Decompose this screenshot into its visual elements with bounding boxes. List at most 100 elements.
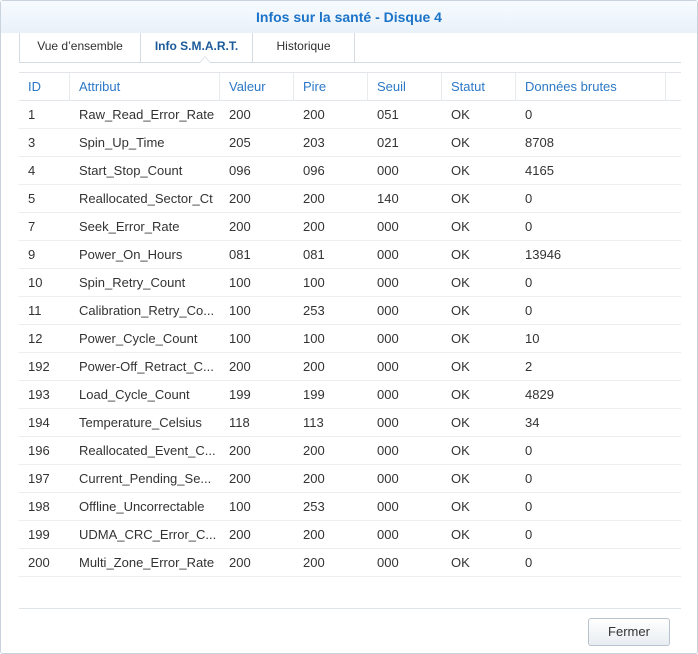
cell-threshold: 000 [377, 387, 399, 402]
tab-overview[interactable]: Vue d’ensemble [19, 33, 141, 62]
table-row[interactable]: 3 Spin_Up_Time 205 203 021 OK 8708 [19, 129, 681, 157]
table-row[interactable]: 12 Power_Cycle_Count 100 100 000 OK 10 [19, 325, 681, 353]
cell-id: 11 [28, 303, 42, 318]
cell-value: 200 [229, 471, 251, 486]
table-header: ID Attribut Valeur Pire Seuil Statut Don… [19, 72, 681, 101]
cell-value: 205 [229, 135, 251, 150]
cell-value: 199 [229, 387, 251, 402]
cell-value: 096 [229, 163, 251, 178]
column-header-id[interactable]: ID [19, 73, 70, 101]
table-row[interactable]: 1 Raw_Read_Error_Rate 200 200 051 OK 0 [19, 101, 681, 129]
cell-threshold: 000 [377, 471, 399, 486]
cell-attribute: Temperature_Celsius [79, 415, 202, 430]
cell-raw-data: 0 [525, 219, 533, 234]
table-row[interactable]: 199 UDMA_CRC_Error_C... 200 200 000 OK 0 [19, 521, 681, 549]
cell-raw-data: 34 [525, 415, 540, 430]
cell-worst: 200 [303, 471, 325, 486]
cell-attribute: Reallocated_Sector_Ct [79, 191, 213, 206]
column-header-status[interactable]: Statut [442, 73, 516, 101]
cell-raw-data: 0 [525, 275, 533, 290]
cell-raw-data: 0 [525, 443, 533, 458]
cell-attribute: Offline_Uncorrectable [79, 499, 205, 514]
dialog-title: Infos sur la santé - Disque 4 [256, 9, 442, 25]
cell-id: 7 [28, 219, 36, 234]
table-row[interactable]: 198 Offline_Uncorrectable 100 253 000 OK 0 [19, 493, 681, 521]
cell-worst: 200 [303, 359, 325, 374]
cell-worst: 096 [303, 163, 325, 178]
cell-threshold: 000 [377, 359, 399, 374]
cell-worst: 199 [303, 387, 325, 402]
cell-worst: 100 [303, 275, 325, 290]
cell-status: OK [451, 387, 470, 402]
cell-attribute: Calibration_Retry_Co... [79, 303, 215, 318]
table-row[interactable]: 197 Current_Pending_Se... 200 200 000 OK 0 [19, 465, 681, 493]
cell-threshold: 000 [377, 443, 399, 458]
cell-status: OK [451, 275, 470, 290]
cell-threshold: 000 [377, 219, 399, 234]
column-header-value[interactable]: Valeur [220, 73, 294, 101]
table-row[interactable]: 9 Power_On_Hours 081 081 000 OK 13946 [19, 241, 681, 269]
title-bar[interactable]: Infos sur la santé - Disque 4 [1, 1, 697, 33]
tab-bar: Vue d’ensemble Info S.M.A.R.T. Historiqu… [19, 33, 681, 63]
table-row[interactable]: 193 Load_Cycle_Count 199 199 000 OK 4829 [19, 381, 681, 409]
table-row[interactable]: 196 Reallocated_Event_C... 200 200 000 OK 0 [19, 437, 681, 465]
cell-status: OK [451, 107, 470, 122]
cell-threshold: 051 [377, 107, 399, 122]
table-body: 1 Raw_Read_Error_Rate 200 200 051 OK 0 3 Spin_Up… [19, 101, 681, 577]
cell-worst: 081 [303, 247, 325, 262]
cell-worst: 200 [303, 443, 325, 458]
cell-raw-data: 0 [525, 471, 533, 486]
cell-status: OK [451, 499, 470, 514]
cell-attribute: Spin_Retry_Count [79, 275, 186, 290]
cell-attribute: Power-Off_Retract_C... [79, 359, 214, 374]
cell-status: OK [451, 555, 470, 570]
cell-value: 100 [229, 275, 251, 290]
cell-status: OK [451, 191, 470, 206]
table-row[interactable]: 200 Multi_Zone_Error_Rate 200 200 000 OK 0 [19, 549, 681, 577]
cell-threshold: 000 [377, 527, 399, 542]
table-row[interactable]: 10 Spin_Retry_Count 100 100 000 OK 0 [19, 269, 681, 297]
tab-history[interactable]: Historique [253, 33, 355, 62]
cell-value: 100 [229, 499, 251, 514]
column-header-raw-data[interactable]: Données brutes [516, 73, 666, 101]
cell-raw-data: 0 [525, 527, 533, 542]
cell-threshold: 021 [377, 135, 399, 150]
cell-id: 10 [28, 275, 43, 290]
cell-raw-data: 0 [525, 555, 533, 570]
tab-smart-info[interactable]: Info S.M.A.R.T. [141, 33, 253, 62]
cell-attribute: Multi_Zone_Error_Rate [79, 555, 215, 570]
table-row[interactable]: 194 Temperature_Celsius 118 113 000 OK 34 [19, 409, 681, 437]
cell-worst: 200 [303, 107, 325, 122]
cell-attribute: Current_Pending_Se... [79, 471, 212, 486]
close-button[interactable]: Fermer [588, 618, 670, 646]
table-row[interactable]: 4 Start_Stop_Count 096 096 000 OK 4165 [19, 157, 681, 185]
cell-status: OK [451, 415, 470, 430]
cell-status: OK [451, 359, 470, 374]
cell-worst: 200 [303, 219, 325, 234]
column-header-worst[interactable]: Pire [294, 73, 368, 101]
column-header-attribute[interactable]: Attribut [70, 73, 220, 101]
cell-status: OK [451, 471, 470, 486]
cell-attribute: Reallocated_Event_C... [79, 443, 216, 458]
table-row[interactable]: 11 Calibration_Retry_Co... 100 253 000 OK 0 [19, 297, 681, 325]
cell-attribute: UDMA_CRC_Error_C... [79, 527, 217, 542]
cell-raw-data: 0 [525, 191, 533, 206]
column-header-threshold[interactable]: Seuil [368, 73, 442, 101]
cell-status: OK [451, 331, 470, 346]
cell-threshold: 000 [377, 163, 399, 178]
cell-id: 9 [28, 247, 36, 262]
active-tab-pointer-fill [200, 57, 210, 63]
cell-worst: 203 [303, 135, 325, 150]
cell-status: OK [451, 303, 470, 318]
cell-worst: 200 [303, 555, 325, 570]
footer-divider [19, 608, 681, 609]
table-row[interactable]: 192 Power-Off_Retract_C... 200 200 000 OK 2 [19, 353, 681, 381]
cell-raw-data: 0 [525, 499, 533, 514]
cell-worst: 200 [303, 191, 325, 206]
cell-raw-data: 4165 [525, 163, 554, 178]
cell-id: 200 [28, 555, 50, 570]
cell-value: 100 [229, 331, 251, 346]
table-row[interactable]: 5 Reallocated_Sector_Ct 200 200 140 OK 0 [19, 185, 681, 213]
table-row[interactable]: 7 Seek_Error_Rate 200 200 000 OK 0 [19, 213, 681, 241]
cell-value: 200 [229, 219, 251, 234]
